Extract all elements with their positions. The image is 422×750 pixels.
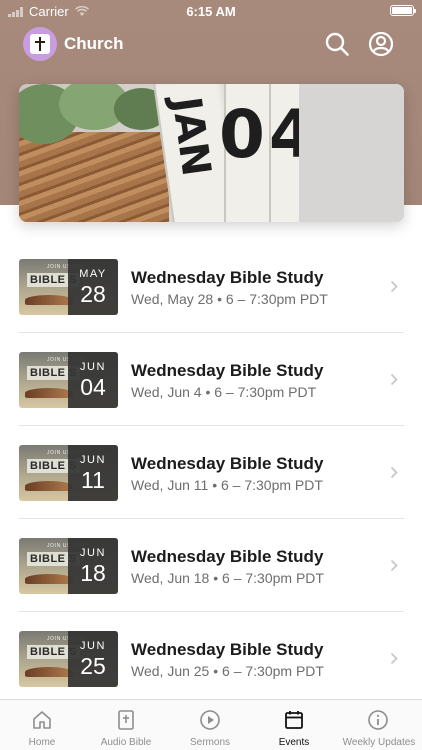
event-row[interactable]: JOIN US FOR BIBLE S JUN 11 Wednesday Bib…: [0, 426, 422, 519]
event-subtitle: Wed, Jun 25 • 6 – 7:30pm PDT: [131, 663, 324, 679]
tab-bar: Home Audio Bible Sermons Events Weekly U…: [0, 699, 422, 750]
event-subtitle: Wed, Jun 4 • 6 – 7:30pm PDT: [131, 384, 317, 400]
tab-label: Sermons: [189, 737, 230, 748]
chevron-right-icon: [390, 652, 398, 665]
date-badge: JUN 04: [68, 352, 118, 408]
date-badge: JUN 25: [68, 631, 118, 687]
tab-label: Audio Bible: [100, 737, 152, 748]
event-row[interactable]: JOIN US FOR BIBLE S JUN 04 Wednesday Bib…: [0, 333, 422, 426]
book-icon: [25, 388, 73, 398]
event-thumbnail: JOIN US FOR BIBLE S JUN 18: [19, 538, 118, 594]
date-month: MAY: [79, 268, 107, 280]
chevron-right-icon: [390, 373, 398, 386]
event-subtitle: Wed, Jun 18 • 6 – 7:30pm PDT: [131, 570, 324, 586]
event-row[interactable]: JOIN US FOR BIBLE S MAY 28 Wednesday Bib…: [0, 240, 422, 333]
account-icon[interactable]: [368, 31, 394, 57]
play-icon: [200, 710, 220, 730]
book-icon: [25, 667, 73, 677]
tab-label: Weekly Updates: [342, 737, 416, 748]
event-title: Wednesday Bible Study: [131, 268, 324, 287]
hero-wall: [299, 84, 404, 222]
hero-banner[interactable]: JAN 04: [19, 84, 404, 222]
book-icon: [25, 574, 73, 584]
event-thumbnail: JOIN US FOR BIBLE S JUN 04: [19, 352, 118, 408]
event-title: Wednesday Bible Study: [131, 547, 324, 566]
search-icon[interactable]: [324, 31, 350, 57]
tab-audio-bible[interactable]: Audio Bible: [84, 700, 168, 750]
app-title: Church: [64, 34, 124, 53]
book-icon: [25, 481, 73, 491]
bible-icon: [118, 710, 134, 730]
date-month: JUN: [80, 547, 106, 559]
home-icon: [33, 711, 51, 729]
date-day: 25: [80, 653, 106, 679]
tab-weekly-updates[interactable]: Weekly Updates: [336, 700, 422, 750]
event-row[interactable]: JOIN US FOR BIBLE S JUN 25 Wednesday Bib…: [0, 612, 422, 705]
date-month: JUN: [80, 640, 106, 652]
app-header: Church: [0, 24, 422, 64]
hero-text-left: JAN: [162, 94, 220, 180]
event-subtitle: Wed, Jun 11 • 6 – 7:30pm PDT: [131, 477, 323, 493]
book-icon: [25, 295, 73, 305]
hero-basket: [19, 132, 169, 222]
tab-home[interactable]: Home: [0, 700, 84, 750]
date-badge: MAY 28: [68, 259, 118, 315]
church-logo[interactable]: [23, 27, 57, 61]
tab-events[interactable]: Events: [252, 700, 336, 750]
status-bar: Carrier 6:15 AM: [0, 0, 422, 22]
info-icon: [368, 710, 388, 730]
status-time: 6:15 AM: [186, 4, 236, 19]
date-day: 04: [80, 374, 106, 400]
event-title: Wednesday Bible Study: [131, 454, 324, 473]
tab-sermons[interactable]: Sermons: [168, 700, 252, 750]
event-thumbnail: JOIN US FOR BIBLE S JUN 11: [19, 445, 118, 501]
chevron-right-icon: [390, 466, 398, 479]
event-subtitle: Wed, May 28 • 6 – 7:30pm PDT: [131, 291, 328, 307]
battery-icon: [390, 5, 416, 16]
event-thumbnail: JOIN US FOR BIBLE S JUN 25: [19, 631, 118, 687]
tab-label: Events: [278, 737, 310, 748]
date-day: 28: [80, 281, 106, 307]
cross-icon: [30, 34, 50, 54]
event-title: Wednesday Bible Study: [131, 361, 324, 380]
event-title: Wednesday Bible Study: [131, 640, 324, 659]
calendar-icon: [285, 711, 303, 729]
date-month: JUN: [80, 361, 106, 373]
date-day: 18: [80, 560, 106, 586]
date-day: 11: [81, 467, 105, 493]
event-row[interactable]: JOIN US FOR BIBLE S JUN 18 Wednesday Bib…: [0, 519, 422, 612]
tab-label: Home: [28, 737, 56, 748]
chevron-right-icon: [390, 559, 398, 572]
date-month: JUN: [80, 454, 106, 466]
date-badge: JUN 18: [68, 538, 118, 594]
date-badge: JUN 11: [68, 445, 118, 501]
event-thumbnail: JOIN US FOR BIBLE S MAY 28: [19, 259, 118, 315]
chevron-right-icon: [390, 280, 398, 293]
